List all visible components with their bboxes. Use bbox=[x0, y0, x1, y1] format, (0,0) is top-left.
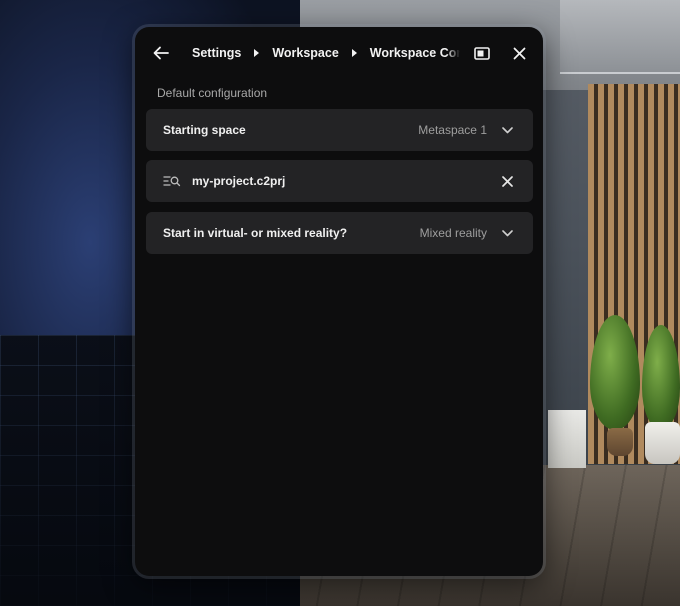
reality-mode-label: Start in virtual- or mixed reality? bbox=[163, 226, 348, 240]
panel-header: Settings Workspace Workspace Configurati… bbox=[135, 27, 543, 79]
arrow-left-icon bbox=[153, 46, 169, 60]
window-mode-button[interactable] bbox=[471, 42, 493, 64]
section-title: Default configuration bbox=[157, 86, 268, 100]
back-button[interactable] bbox=[149, 41, 173, 65]
close-icon bbox=[501, 175, 513, 187]
close-button[interactable] bbox=[508, 42, 530, 64]
chevron-down-icon bbox=[500, 226, 514, 240]
window-mode-icon bbox=[474, 46, 490, 60]
close-icon bbox=[513, 47, 525, 59]
ceiling-recess bbox=[560, 0, 680, 74]
project-file-search[interactable]: my-project.c2prj bbox=[146, 160, 533, 202]
search-list-icon bbox=[163, 174, 181, 188]
plant-pot-right bbox=[645, 422, 680, 464]
breadcrumb-settings[interactable]: Settings bbox=[192, 46, 241, 60]
breadcrumb-separator-icon bbox=[254, 49, 260, 57]
reality-mode-value: Mixed reality bbox=[419, 226, 487, 240]
plant-pot-left bbox=[607, 428, 633, 456]
white-cabinet bbox=[548, 410, 586, 468]
clear-button[interactable] bbox=[499, 173, 515, 189]
chevron-down-icon bbox=[500, 123, 514, 137]
starting-space-value: Metaspace 1 bbox=[418, 123, 487, 137]
reality-mode-select[interactable]: Start in virtual- or mixed reality? Mixe… bbox=[146, 212, 533, 254]
breadcrumb-separator-icon bbox=[351, 49, 357, 57]
breadcrumb: Settings Workspace Workspace Configurati… bbox=[192, 43, 460, 63]
settings-panel: Settings Workspace Workspace Configurati… bbox=[135, 27, 543, 576]
starting-space-select[interactable]: Starting space Metaspace 1 bbox=[146, 109, 533, 151]
breadcrumb-workspace[interactable]: Workspace bbox=[272, 46, 338, 60]
breadcrumb-fade bbox=[446, 43, 460, 63]
starting-space-label: Starting space bbox=[163, 123, 246, 137]
background-scene: Settings Workspace Workspace Configurati… bbox=[0, 0, 680, 606]
project-file-value[interactable]: my-project.c2prj bbox=[192, 174, 472, 188]
